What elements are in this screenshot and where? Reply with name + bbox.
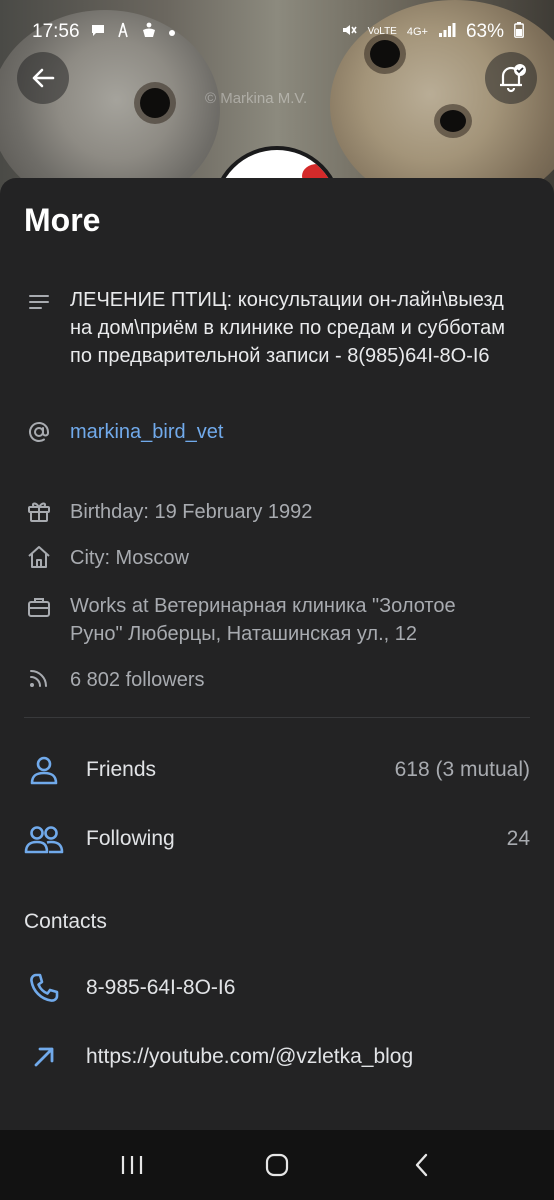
chat-icon: [90, 22, 106, 42]
back-button[interactable]: [17, 52, 69, 104]
arrow-up-right-icon: [24, 1037, 64, 1077]
accessibility-icon: [140, 21, 158, 43]
birthday-row: Birthday: 19 February 1992: [24, 498, 312, 528]
notifications-button[interactable]: [485, 52, 537, 104]
following-row[interactable]: Following 24: [24, 819, 530, 859]
work-row: Works at Ветеринарная клиника "Золотое Р…: [24, 592, 530, 648]
recent-apps-button[interactable]: [102, 1135, 162, 1195]
followers-row[interactable]: 6 802 followers: [24, 666, 205, 696]
username-row[interactable]: markina_bird_vet: [24, 418, 223, 448]
divider: [24, 717, 530, 718]
followers-text[interactable]: 6 802 followers: [70, 666, 205, 696]
recents-icon: [122, 1156, 143, 1174]
more-sheet: More ЛЕЧЕНИЕ ПТИЦ: консультации он-лайн\…: [0, 178, 554, 1130]
username-link[interactable]: markina_bird_vet: [70, 418, 223, 448]
photo-watermark: © Markina M.V.: [205, 90, 308, 107]
phone-icon: [24, 968, 64, 1008]
following-label: Following: [86, 827, 175, 850]
birthday-text: Birthday: 19 February 1992: [70, 501, 313, 523]
rss-icon: [24, 666, 54, 696]
home-button[interactable]: [247, 1135, 307, 1195]
friends-label: Friends: [86, 758, 157, 781]
work-text: Works at Ветеринарная клиника "Золотое Р…: [70, 595, 456, 645]
at-sign-icon: [24, 418, 54, 448]
system-back-button[interactable]: [392, 1135, 452, 1195]
phone-number: 8-985-64I-8O-I6: [86, 976, 236, 999]
dot-icon: [168, 24, 176, 41]
mute-icon: [340, 21, 358, 43]
home-circle-icon: [265, 1153, 289, 1177]
status-bar: 17:56 VoLTE 4G+ 63%: [0, 0, 554, 50]
battery-percent: 63%: [465, 21, 504, 42]
text-lines-icon: [24, 286, 54, 316]
friends-count: 618 (3 mutual): [394, 758, 530, 781]
bell-check-icon: [500, 64, 526, 93]
website-row[interactable]: https://youtube.com/@vzletka_blog: [24, 1037, 530, 1077]
city-text: City: Moscow: [70, 547, 189, 569]
volte-label: VoLTE: [367, 26, 397, 37]
following-count: 24: [506, 827, 530, 850]
signal-tower-icon: [116, 21, 130, 43]
description-text: ЛЕЧЕНИЕ ПТИЦ: консультации он-лайн\выезд…: [70, 289, 506, 367]
sheet-title: More: [24, 202, 101, 238]
chevron-left-icon: [415, 1153, 427, 1177]
city-row: City: Moscow: [24, 544, 189, 574]
battery-icon: [514, 22, 524, 42]
status-time: 17:56: [32, 21, 80, 42]
description-row: ЛЕЧЕНИЕ ПТИЦ: консультации он-лайн\выезд…: [24, 286, 530, 370]
people-icon: [24, 819, 64, 859]
gift-icon: [24, 498, 54, 528]
home-icon: [24, 544, 54, 574]
briefcase-icon: [24, 592, 54, 622]
person-icon: [24, 750, 64, 790]
friends-row[interactable]: Friends 618 (3 mutual): [24, 750, 530, 790]
network-label: 4G+: [406, 26, 428, 38]
signal-icon: [438, 22, 456, 42]
website-link: https://youtube.com/@vzletka_blog: [86, 1045, 414, 1068]
contacts-heading: Contacts: [24, 910, 107, 933]
system-navigation-bar: [0, 1130, 554, 1200]
arrow-left-icon: [32, 68, 55, 88]
phone-row[interactable]: 8-985-64I-8O-I6: [24, 968, 530, 1008]
